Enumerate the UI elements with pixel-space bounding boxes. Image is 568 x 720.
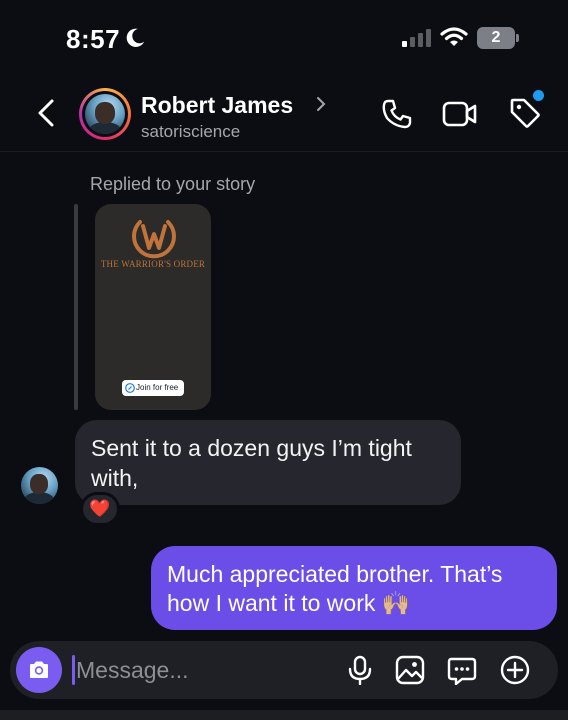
battery-level: 2 bbox=[491, 29, 501, 46]
story-title: THE WARRIOR'S ORDER bbox=[100, 259, 206, 269]
sticker-icon[interactable] bbox=[447, 655, 477, 685]
chevron-right-icon[interactable] bbox=[316, 96, 326, 112]
moon-icon bbox=[126, 28, 145, 47]
gallery-icon[interactable] bbox=[395, 655, 425, 685]
incoming-message-bubble[interactable]: Sent it to a dozen guys I’m tight with, bbox=[75, 420, 461, 505]
status-bar: 8:57 2 bbox=[0, 0, 568, 72]
battery-icon: 2 bbox=[477, 27, 519, 49]
tag-icon[interactable] bbox=[508, 96, 542, 130]
phone-icon[interactable] bbox=[381, 98, 413, 130]
plus-circle-icon[interactable] bbox=[500, 655, 530, 685]
reply-quote-bar bbox=[74, 204, 78, 410]
message-input[interactable] bbox=[76, 652, 336, 688]
story-thumbnail[interactable]: THE WARRIOR'S ORDER Join for free bbox=[95, 204, 211, 410]
wifi-icon bbox=[440, 27, 468, 46]
microphone-icon[interactable] bbox=[345, 655, 375, 685]
back-chevron-icon[interactable] bbox=[34, 98, 60, 128]
join-link-chip[interactable]: Join for free bbox=[122, 380, 184, 396]
warrior-logo-icon bbox=[132, 220, 176, 259]
camera-button[interactable] bbox=[16, 647, 62, 693]
camera-icon bbox=[30, 661, 48, 678]
status-time: 8:57 bbox=[66, 24, 121, 54]
contact-avatar[interactable] bbox=[79, 88, 131, 140]
replied-to-story-label: Replied to your story bbox=[90, 174, 256, 194]
bottom-strip bbox=[0, 710, 568, 720]
incoming-message-text: Sent it to a dozen guys I’m tight with, bbox=[91, 435, 412, 491]
chat-header: Robert James satoriscience bbox=[0, 72, 568, 152]
outgoing-message-text: Much appreciated brother. That’s how I w… bbox=[167, 561, 503, 616]
contact-name[interactable]: Robert James bbox=[141, 92, 293, 119]
signal-icon bbox=[402, 29, 431, 47]
text-caret bbox=[72, 655, 75, 685]
notification-dot bbox=[533, 90, 544, 101]
sender-avatar[interactable] bbox=[21, 467, 58, 504]
message-composer bbox=[10, 641, 558, 699]
contact-username: satoriscience bbox=[141, 122, 241, 141]
outgoing-message-bubble[interactable]: Much appreciated brother. That’s how I w… bbox=[151, 546, 557, 630]
join-link-label: Join for free bbox=[136, 383, 179, 392]
video-camera-icon[interactable] bbox=[442, 100, 478, 128]
link-icon bbox=[125, 383, 135, 393]
heart-reaction[interactable]: ❤️ bbox=[80, 492, 120, 526]
